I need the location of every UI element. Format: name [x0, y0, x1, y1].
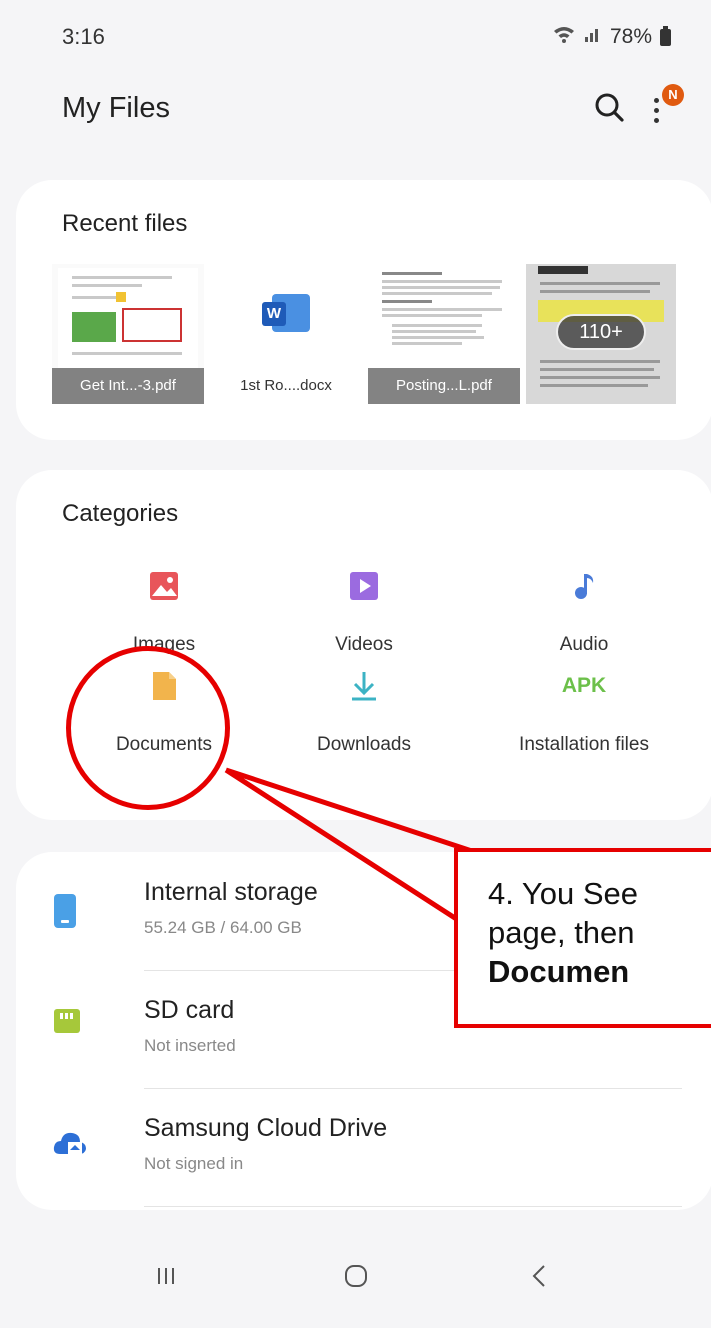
callout-line: 4. You See — [488, 876, 638, 911]
instruction-callout: 4. You See page, then Documen — [454, 848, 711, 1028]
callout-emphasis: Documen — [488, 954, 630, 989]
highlight-circle — [66, 646, 230, 810]
callout-line: page, then — [488, 915, 635, 950]
callout-line: Documen — [488, 952, 711, 991]
